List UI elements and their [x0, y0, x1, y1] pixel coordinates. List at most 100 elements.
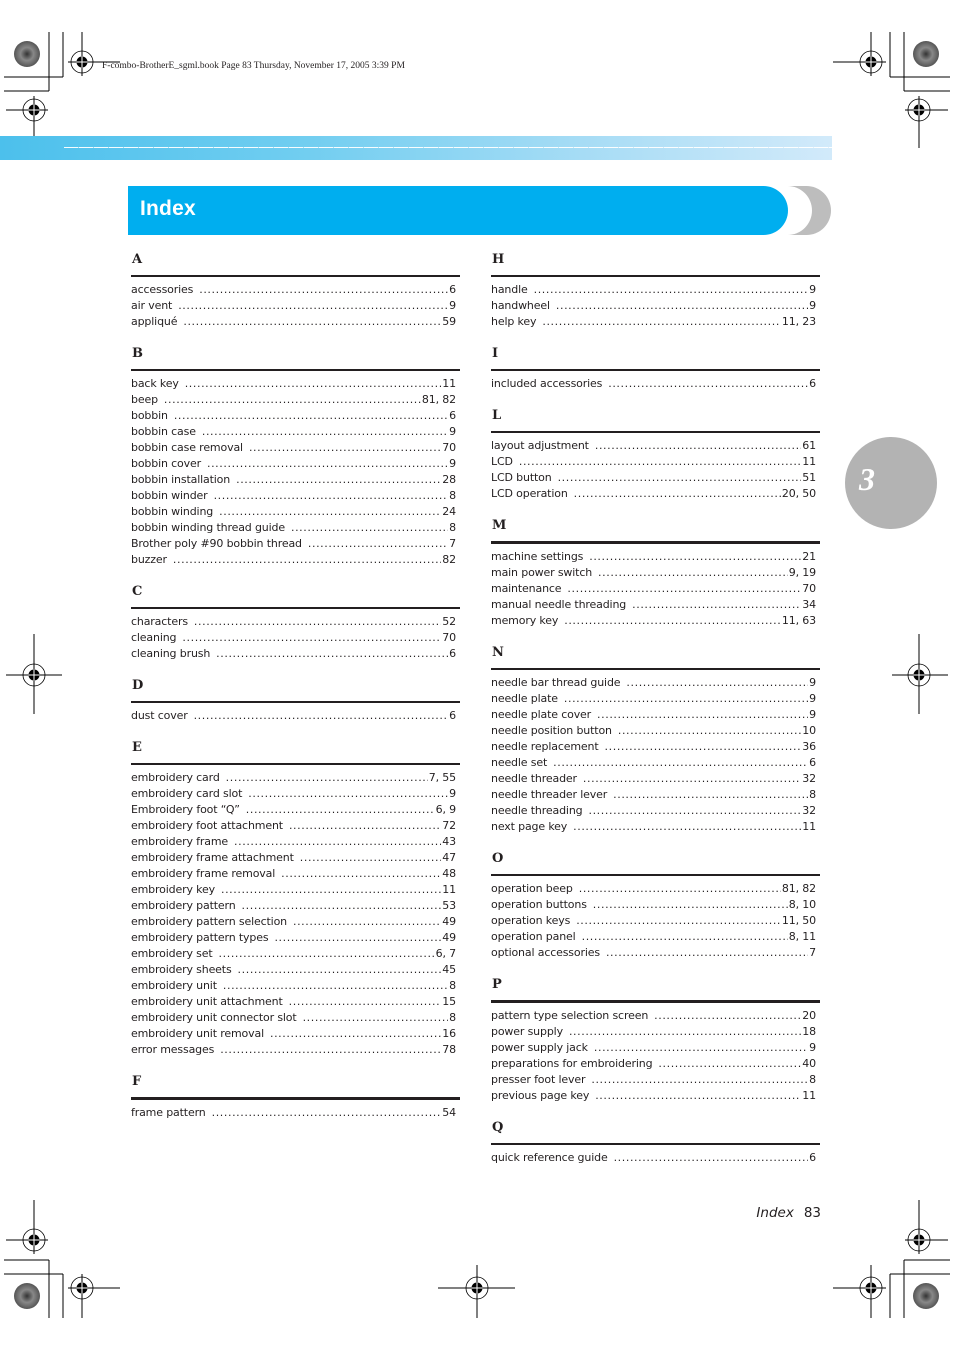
index-entry[interactable]: presser foot lever 8 [491, 1072, 820, 1088]
page-reference[interactable]: 6 [808, 1150, 820, 1166]
index-entry[interactable]: beep 81, 82 [131, 392, 460, 408]
index-entry[interactable]: maintenance 70 [491, 581, 820, 597]
index-entry[interactable]: embroidery key 11 [131, 882, 460, 898]
index-entry[interactable]: LCD button 51 [491, 470, 820, 486]
index-entry[interactable]: needle plate cover 9 [491, 707, 820, 723]
index-entry[interactable]: frame pattern 54 [131, 1105, 460, 1121]
page-reference[interactable]: 9 [808, 691, 820, 707]
page-reference[interactable]: 52 [441, 614, 460, 630]
index-entry[interactable]: help key 11, 23 [491, 314, 820, 330]
page-reference[interactable]: 8, 10 [788, 897, 820, 913]
page-reference[interactable]: 11 [441, 882, 460, 898]
page-reference[interactable]: 36 [801, 739, 820, 755]
page-reference[interactable]: 59 [441, 314, 460, 330]
page-reference[interactable]: 18 [801, 1024, 820, 1040]
page-reference[interactable]: 48 [441, 866, 460, 882]
index-entry[interactable]: embroidery card slot 9 [131, 786, 460, 802]
page-reference[interactable]: 10 [801, 723, 820, 739]
page-reference[interactable]: 7, 55 [428, 770, 460, 786]
page-reference[interactable]: 34 [801, 597, 820, 613]
index-entry[interactable]: embroidery pattern 53 [131, 898, 460, 914]
index-entry[interactable]: cleaning 70 [131, 630, 460, 646]
index-entry[interactable]: back key 11 [131, 376, 460, 392]
page-reference[interactable]: 6 [808, 376, 820, 392]
page-reference[interactable]: 40 [801, 1056, 820, 1072]
page-reference[interactable]: 45 [441, 962, 460, 978]
index-entry[interactable]: layout adjustment 61 [491, 438, 820, 454]
page-reference[interactable]: 11 [441, 376, 460, 392]
index-entry[interactable]: optional accessories 7 [491, 945, 820, 961]
index-entry[interactable]: handle 9 [491, 282, 820, 298]
index-entry[interactable]: characters 52 [131, 614, 460, 630]
page-reference[interactable]: 53 [441, 898, 460, 914]
page-reference[interactable]: 49 [441, 914, 460, 930]
index-entry[interactable]: operation beep 81, 82 [491, 881, 820, 897]
page-reference[interactable]: 61 [801, 438, 820, 454]
index-entry[interactable]: needle position button 10 [491, 723, 820, 739]
index-entry[interactable]: power supply 18 [491, 1024, 820, 1040]
index-entry[interactable]: LCD 11 [491, 454, 820, 470]
page-reference[interactable]: 70 [441, 630, 460, 646]
index-entry[interactable]: embroidery unit removal 16 [131, 1026, 460, 1042]
index-entry[interactable]: air vent 9 [131, 298, 460, 314]
index-entry[interactable]: needle replacement 36 [491, 739, 820, 755]
index-entry[interactable]: operation panel 8, 11 [491, 929, 820, 945]
index-entry[interactable]: Brother poly #90 bobbin thread 7 [131, 536, 460, 552]
page-reference[interactable]: 9 [808, 707, 820, 723]
page-reference[interactable]: 47 [441, 850, 460, 866]
index-entry[interactable]: operation buttons 8, 10 [491, 897, 820, 913]
page-reference[interactable]: 6 [808, 755, 820, 771]
index-entry[interactable]: Embroidery foot “Q” 6, 9 [131, 802, 460, 818]
index-entry[interactable]: LCD operation 20, 50 [491, 486, 820, 502]
index-entry[interactable]: buzzer 82 [131, 552, 460, 568]
page-reference[interactable]: 9, 19 [788, 565, 820, 581]
page-reference[interactable]: 6 [448, 646, 460, 662]
index-entry[interactable]: bobbin installation 28 [131, 472, 460, 488]
page-reference[interactable]: 81, 82 [781, 881, 820, 897]
page-reference[interactable]: 54 [441, 1105, 460, 1121]
page-reference[interactable]: 6 [448, 708, 460, 724]
page-reference[interactable]: 8 [448, 1010, 460, 1026]
index-entry[interactable]: manual needle threading 34 [491, 597, 820, 613]
page-reference[interactable]: 11, 50 [781, 913, 820, 929]
index-entry[interactable]: needle threader 32 [491, 771, 820, 787]
index-entry[interactable]: bobbin 6 [131, 408, 460, 424]
page-reference[interactable]: 8 [448, 520, 460, 536]
index-entry[interactable]: bobbin case 9 [131, 424, 460, 440]
page-reference[interactable]: 6, 7 [435, 946, 460, 962]
index-entry[interactable]: handwheel 9 [491, 298, 820, 314]
page-reference[interactable]: 11 [801, 819, 820, 835]
page-reference[interactable]: 9 [448, 424, 460, 440]
index-entry[interactable]: embroidery pattern types 49 [131, 930, 460, 946]
index-entry[interactable]: embroidery card 7, 55 [131, 770, 460, 786]
index-entry[interactable]: included accessories 6 [491, 376, 820, 392]
index-entry[interactable]: embroidery frame removal 48 [131, 866, 460, 882]
index-entry[interactable]: memory key 11, 63 [491, 613, 820, 629]
index-entry[interactable]: embroidery unit attachment 15 [131, 994, 460, 1010]
index-entry[interactable]: main power switch 9, 19 [491, 565, 820, 581]
page-reference[interactable]: 82 [441, 552, 460, 568]
index-entry[interactable]: needle threader lever 8 [491, 787, 820, 803]
index-entry[interactable]: pattern type selection screen 20 [491, 1008, 820, 1024]
page-reference[interactable]: 11 [801, 1088, 820, 1104]
index-entry[interactable]: needle set 6 [491, 755, 820, 771]
page-reference[interactable]: 15 [441, 994, 460, 1010]
index-entry[interactable]: machine settings 21 [491, 549, 820, 565]
index-entry[interactable]: embroidery set 6, 7 [131, 946, 460, 962]
index-entry[interactable]: next page key 11 [491, 819, 820, 835]
page-reference[interactable]: 9 [808, 298, 820, 314]
index-entry[interactable]: accessories 6 [131, 282, 460, 298]
index-entry[interactable]: embroidery frame attachment 47 [131, 850, 460, 866]
page-reference[interactable]: 8 [808, 1072, 820, 1088]
chapter-tab[interactable]: 3 [845, 437, 937, 529]
page-reference[interactable]: 72 [441, 818, 460, 834]
index-entry[interactable]: embroidery sheets 45 [131, 962, 460, 978]
page-reference[interactable]: 70 [801, 581, 820, 597]
page-reference[interactable]: 51 [801, 470, 820, 486]
index-entry[interactable]: bobbin winding thread guide 8 [131, 520, 460, 536]
index-entry[interactable]: bobbin case removal 70 [131, 440, 460, 456]
page-reference[interactable]: 70 [441, 440, 460, 456]
page-reference[interactable]: 8 [448, 488, 460, 504]
page-reference[interactable]: 16 [441, 1026, 460, 1042]
page-reference[interactable]: 11, 63 [781, 613, 820, 629]
